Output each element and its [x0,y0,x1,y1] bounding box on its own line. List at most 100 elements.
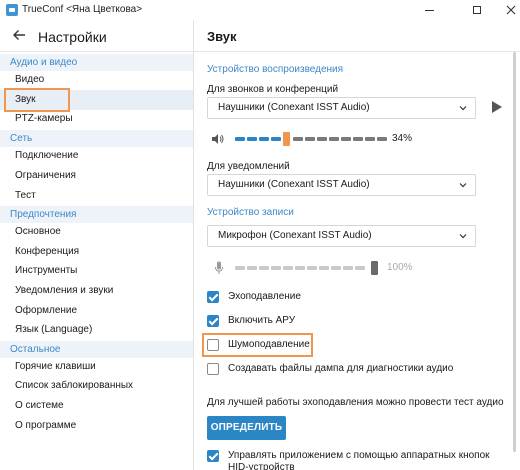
content-scrollbar[interactable] [513,52,516,452]
group-header-other: Остальное [0,341,193,358]
minimize-icon [424,9,434,11]
play-test-sound-icon[interactable] [492,101,502,113]
hid-control-label: Управлять приложением с помощью аппаратн… [228,450,490,470]
mic-device-value: Микрофон (Conexant ISST Audio) [218,230,372,241]
calls-device-value: Наушники (Conexant ISST Audio) [218,102,370,113]
agc-label: Включить АРУ [228,315,296,326]
back-arrow-icon[interactable] [12,28,26,42]
mic-segment [271,266,281,270]
volume-segment [377,137,387,141]
settings-window: TrueConf <Яна Цветкова> Настройки Аудио … [0,0,520,470]
sidebar-title: Настройки [38,29,107,45]
notify-device-label: Для уведомлений [207,161,290,172]
volume-segment [293,137,303,141]
mic-segment [331,266,341,270]
echo-cancel-label: Эхоподавление [228,291,301,302]
microphone-icon [215,261,223,274]
sidebar-divider [0,51,193,52]
mic-segment [235,266,245,270]
agc-checkbox[interactable] [207,315,219,327]
sidebar-item-sound[interactable]: Звук [0,90,193,110]
volume-segment [353,137,363,141]
volume-segment [329,137,339,141]
speaker-icon [212,134,224,144]
sidebar-item-system[interactable]: О системе [0,396,193,416]
volume-segment [317,137,327,141]
playback-section-title: Устройство воспроизведения [207,64,344,75]
sidebar-header: Настройки [0,20,193,52]
volume-segment [235,137,245,141]
sidebar-item-tools[interactable]: Инструменты [0,261,193,281]
notify-device-value: Наушники (Conexant ISST Audio) [218,179,370,190]
sound-settings-panel: Звук Устройство воспроизведения Для звон… [194,20,520,470]
calls-device-label: Для звонков и конференций [207,84,339,95]
mic-segment [355,266,365,270]
chevron-down-icon [459,234,467,239]
dump-files-label: Создавать файлы дампа для диагностики ау… [228,363,454,374]
mic-segment [259,266,269,270]
volume-segment [341,137,351,141]
sidebar-item-hotkeys[interactable]: Горячие клавиши [0,357,193,377]
mic-segment [343,266,353,270]
calls-device-select[interactable]: Наушники (Conexant ISST Audio) [207,97,476,119]
volume-percent: 34% [392,133,413,144]
mic-level-slider[interactable]: 100% [207,261,427,275]
close-button[interactable] [493,0,520,20]
volume-segment [247,137,257,141]
volume-segment [305,137,315,141]
noise-suppress-checkbox[interactable] [207,339,219,351]
mic-segment [307,266,317,270]
volume-segment [271,137,281,141]
volume-segment [259,137,269,141]
sidebar-item-general[interactable]: Основное [0,222,193,242]
sidebar-item-ptz-cameras[interactable]: PTZ-камеры [0,109,193,129]
sidebar-item-about[interactable]: О программе [0,416,193,436]
content-divider [194,51,520,52]
sidebar-item-test[interactable]: Тест [0,186,193,206]
group-header-audio-video: Аудио и видео [0,54,193,71]
recording-section-title: Устройство записи [207,207,294,218]
group-header-network: Сеть [0,130,193,147]
sidebar-item-appearance[interactable]: Оформление [0,301,193,321]
mic-segment [295,266,305,270]
sidebar-item-blocklist[interactable]: Список заблокированных [0,376,193,396]
mic-segment [283,266,293,270]
maximize-button[interactable] [459,0,495,20]
chevron-down-icon [459,183,467,188]
volume-thumb[interactable] [283,132,290,146]
sidebar-item-language[interactable]: Язык (Language) [0,320,193,340]
volume-segment [365,137,375,141]
dump-files-checkbox[interactable] [207,363,219,375]
window-title: TrueConf <Яна Цветкова> [22,4,143,15]
echo-cancel-checkbox[interactable] [207,291,219,303]
dump-files-option[interactable]: Создавать файлы дампа для диагностики ау… [207,363,487,377]
echo-cancel-option[interactable]: Эхоподавление [207,291,407,305]
mic-level-thumb[interactable] [371,261,378,275]
sidebar-item-conference[interactable]: Конференция [0,242,193,262]
page-title: Звук [207,29,237,44]
settings-sidebar: Настройки Аудио и видео Видео Звук PTZ-к… [0,20,193,470]
mic-device-select[interactable]: Микрофон (Conexant ISST Audio) [207,225,476,247]
maximize-icon [473,6,481,14]
sidebar-item-video[interactable]: Видео [0,70,193,90]
minimize-button[interactable] [411,0,447,20]
detect-button[interactable]: ОПРЕДЕЛИТЬ [207,416,286,440]
trueconf-app-icon [6,4,18,16]
agc-option[interactable]: Включить АРУ [207,315,407,329]
group-header-preferences: Предпочтения [0,206,193,223]
mic-segment [319,266,329,270]
speaker-volume-slider[interactable]: 34% [207,132,427,146]
close-icon [506,5,516,15]
sidebar-item-limits[interactable]: Ограничения [0,166,193,186]
noise-suppress-label: Шумоподавление [228,339,310,350]
notify-device-select[interactable]: Наушники (Conexant ISST Audio) [207,174,476,196]
audio-test-note: Для лучшей работы эхоподавления можно пр… [207,397,504,408]
sidebar-item-notifications[interactable]: Уведомления и звуки [0,281,193,301]
noise-suppress-option[interactable]: Шумоподавление [207,339,407,353]
hid-control-checkbox[interactable] [207,450,219,462]
sidebar-item-connection[interactable]: Подключение [0,146,193,166]
title-bar: TrueConf <Яна Цветкова> [0,0,520,20]
hid-control-option[interactable]: Управлять приложением с помощью аппаратн… [207,450,497,470]
chevron-down-icon [459,106,467,111]
mic-segment [247,266,257,270]
